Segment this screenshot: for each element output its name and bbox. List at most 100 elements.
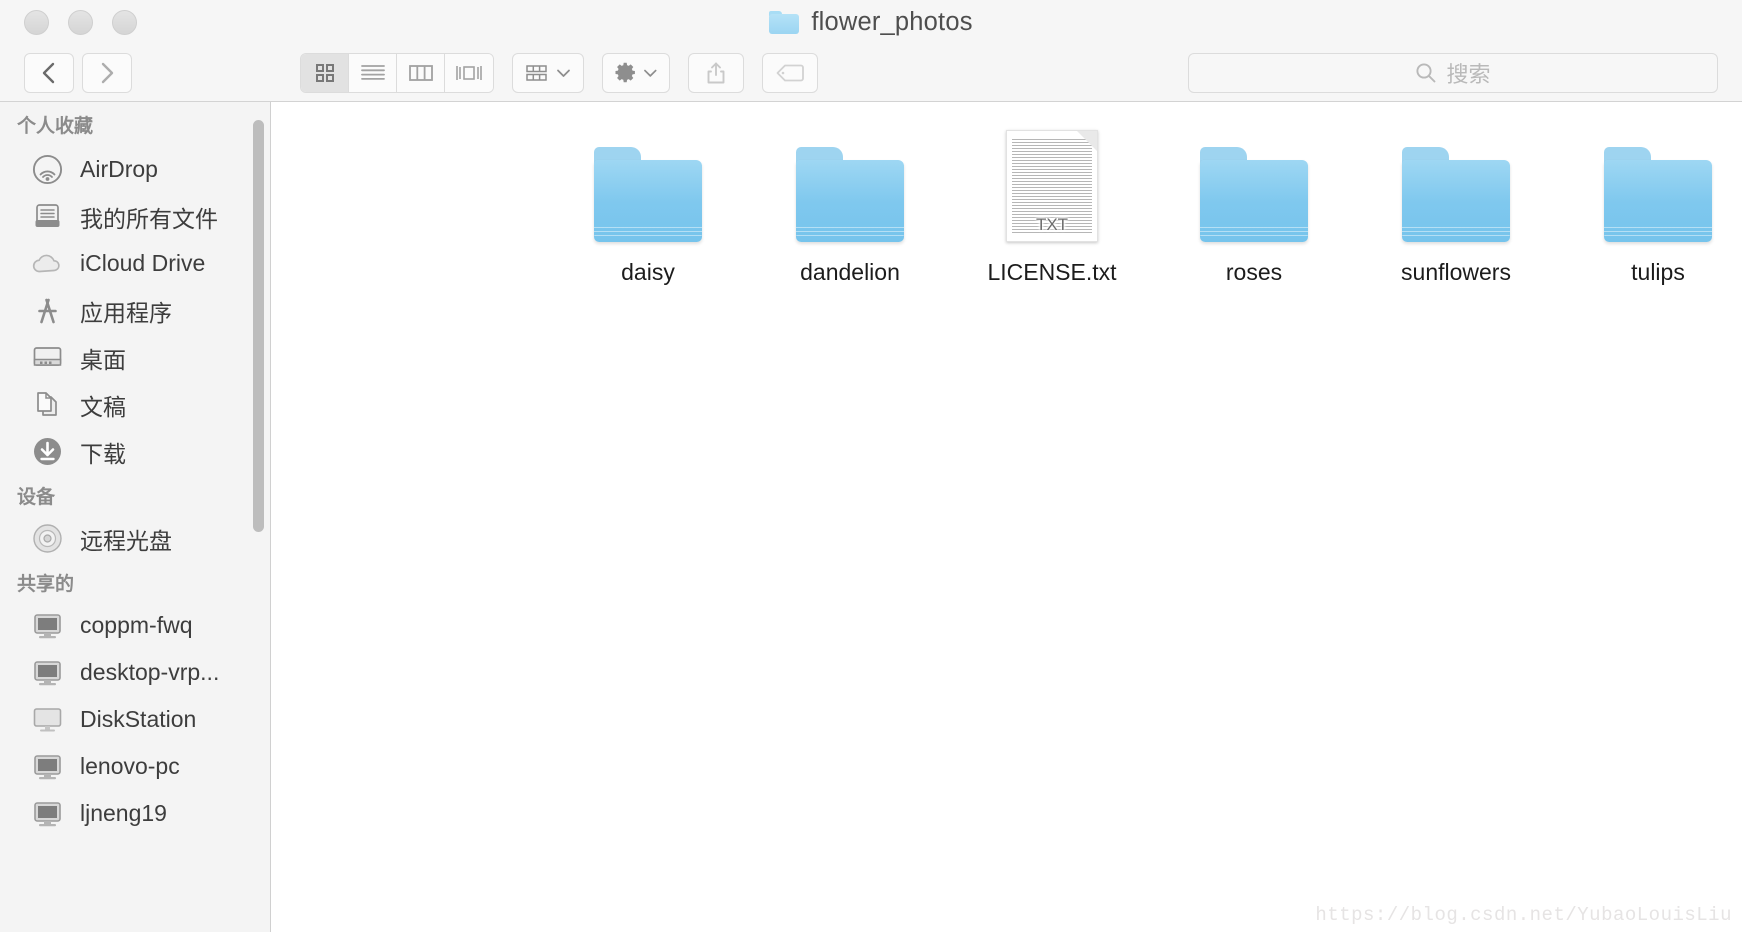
computer-icon	[30, 750, 64, 784]
sidebar-item-desktop-vrp[interactable]: desktop-vrp...	[0, 649, 270, 696]
sidebar-item-downloads[interactable]: 下载	[0, 428, 270, 475]
file-item-dandelion[interactable]: dandelion	[749, 124, 951, 286]
toolbar: 搜索	[0, 44, 1742, 102]
chevron-left-icon	[42, 62, 55, 83]
share-icon	[707, 62, 725, 83]
search-placeholder: 搜索	[1446, 61, 1491, 87]
window-body: 个人收藏 AirDrop 我的所有文件 iCloud Drive 应用程序 桌面…	[0, 102, 1742, 932]
window-title-group: flower_photos	[0, 0, 1742, 44]
sidebar-section-shared: 共享的 coppm-fwq desktop-vrp... DiskStation…	[0, 562, 270, 837]
file-item-label: sunflowers	[1401, 259, 1511, 285]
watermark-text: https://blog.csdn.net/YubaoLouisLiu	[1315, 904, 1732, 926]
share-button[interactable]	[688, 52, 744, 93]
sidebar-item-remote-disc[interactable]: 远程光盘	[0, 515, 270, 562]
action-menu-button[interactable]	[602, 52, 670, 93]
computer-icon	[30, 609, 64, 643]
folder-icon	[1200, 124, 1308, 242]
downloads-icon	[30, 435, 64, 469]
sidebar-item-all-my-files[interactable]: 我的所有文件	[0, 193, 270, 240]
sidebar-item-label: ljneng19	[80, 800, 167, 826]
file-item-daisy[interactable]: daisy	[547, 124, 749, 286]
sidebar-item-label: 应用程序	[80, 299, 172, 326]
traffic-lights	[24, 9, 137, 35]
file-item-label: dandelion	[800, 259, 900, 285]
tag-button[interactable]	[762, 52, 818, 93]
file-item-tulips[interactable]: tulips	[1557, 124, 1742, 286]
finder-window: flower_photos 搜索 个人收藏 AirDrop 我的所有文件 iCl…	[0, 0, 1742, 932]
sidebar-item-label: lenovo-pc	[80, 753, 180, 779]
optical-disc-icon	[30, 522, 64, 556]
sidebar-item-label: desktop-vrp...	[80, 659, 220, 685]
list-icon	[360, 64, 385, 80]
icon-view-button[interactable]	[301, 53, 349, 92]
tag-icon	[776, 64, 804, 81]
chevron-right-icon	[101, 62, 114, 83]
navigation-buttons	[24, 52, 132, 93]
computer-icon	[30, 656, 64, 690]
list-view-button[interactable]	[349, 53, 397, 92]
sidebar-item-applications[interactable]: 应用程序	[0, 287, 270, 334]
page-title: flower_photos	[811, 7, 973, 36]
sidebar-section-header: 设备	[17, 486, 56, 508]
columns-icon	[408, 64, 433, 81]
sidebar-item-icloud-drive[interactable]: iCloud Drive	[0, 240, 270, 287]
file-browser-area[interactable]: daisy dandelion TXT LICENSE.txt roses su…	[271, 102, 1742, 932]
computer-icon	[30, 797, 64, 831]
column-view-button[interactable]	[397, 53, 445, 92]
file-item-label: roses	[1225, 259, 1283, 285]
file-item-sunflowers[interactable]: sunflowers	[1355, 124, 1557, 286]
sidebar-item-label: 我的所有文件	[80, 205, 218, 232]
folder-icon	[1402, 124, 1510, 242]
coverflow-icon	[456, 65, 482, 80]
folder-icon	[594, 124, 702, 242]
coverflow-view-button[interactable]	[445, 53, 493, 92]
arrange-grid-icon	[526, 64, 547, 81]
folder-icon	[1604, 124, 1712, 242]
back-button[interactable]	[24, 52, 74, 93]
forward-button[interactable]	[82, 52, 132, 93]
documents-icon	[30, 388, 64, 422]
search-field[interactable]: 搜索	[1188, 52, 1718, 93]
text-document-icon: TXT	[1006, 124, 1098, 242]
gear-icon	[615, 62, 635, 83]
view-mode-segmented-control	[300, 52, 494, 93]
sidebar-item-lenovo-pc[interactable]: lenovo-pc	[0, 743, 270, 790]
minimize-button[interactable]	[68, 9, 93, 35]
icon-grid: daisy dandelion TXT LICENSE.txt roses su…	[271, 102, 1742, 286]
file-item-roses[interactable]: roses	[1153, 124, 1355, 286]
sidebar-item-label: AirDrop	[80, 156, 158, 182]
arrange-button[interactable]	[512, 52, 584, 93]
file-item-label: daisy	[621, 259, 675, 285]
folder-icon	[769, 10, 800, 34]
airdrop-icon	[30, 153, 64, 187]
applications-icon	[30, 294, 64, 328]
grid-icon	[315, 63, 334, 82]
file-item-license-txt[interactable]: TXT LICENSE.txt	[951, 124, 1153, 286]
sidebar: 个人收藏 AirDrop 我的所有文件 iCloud Drive 应用程序 桌面…	[0, 102, 271, 932]
sidebar-section-devices: 设备 远程光盘	[0, 475, 270, 562]
chevron-down-icon	[557, 69, 570, 77]
file-item-label: LICENSE.txt	[987, 259, 1117, 285]
icloud-icon	[30, 247, 64, 281]
desktop-icon	[30, 341, 64, 375]
sidebar-section-favorites: 个人收藏 AirDrop 我的所有文件 iCloud Drive 应用程序 桌面…	[0, 102, 270, 475]
folder-icon	[796, 124, 904, 242]
sidebar-section-header: 共享的	[17, 573, 75, 595]
display-icon	[30, 703, 64, 737]
sidebar-item-label: 桌面	[80, 346, 126, 373]
sidebar-scrollbar[interactable]	[253, 120, 264, 532]
sidebar-item-documents[interactable]: 文稿	[0, 381, 270, 428]
zoom-button[interactable]	[112, 9, 137, 35]
sidebar-item-label: 下载	[80, 440, 126, 467]
sidebar-item-coppm-fwq[interactable]: coppm-fwq	[0, 602, 270, 649]
file-type-badge: TXT	[1035, 215, 1069, 234]
sidebar-item-desktop[interactable]: 桌面	[0, 334, 270, 381]
sidebar-item-label: 文稿	[80, 393, 126, 420]
sidebar-item-airdrop[interactable]: AirDrop	[0, 146, 270, 193]
sidebar-item-ljneng19[interactable]: ljneng19	[0, 790, 270, 837]
sidebar-item-label: iCloud Drive	[80, 250, 206, 276]
sidebar-item-label: DiskStation	[80, 706, 197, 732]
sidebar-item-diskstation[interactable]: DiskStation	[0, 696, 270, 743]
all-my-files-icon	[30, 200, 64, 234]
close-button[interactable]	[24, 9, 49, 35]
